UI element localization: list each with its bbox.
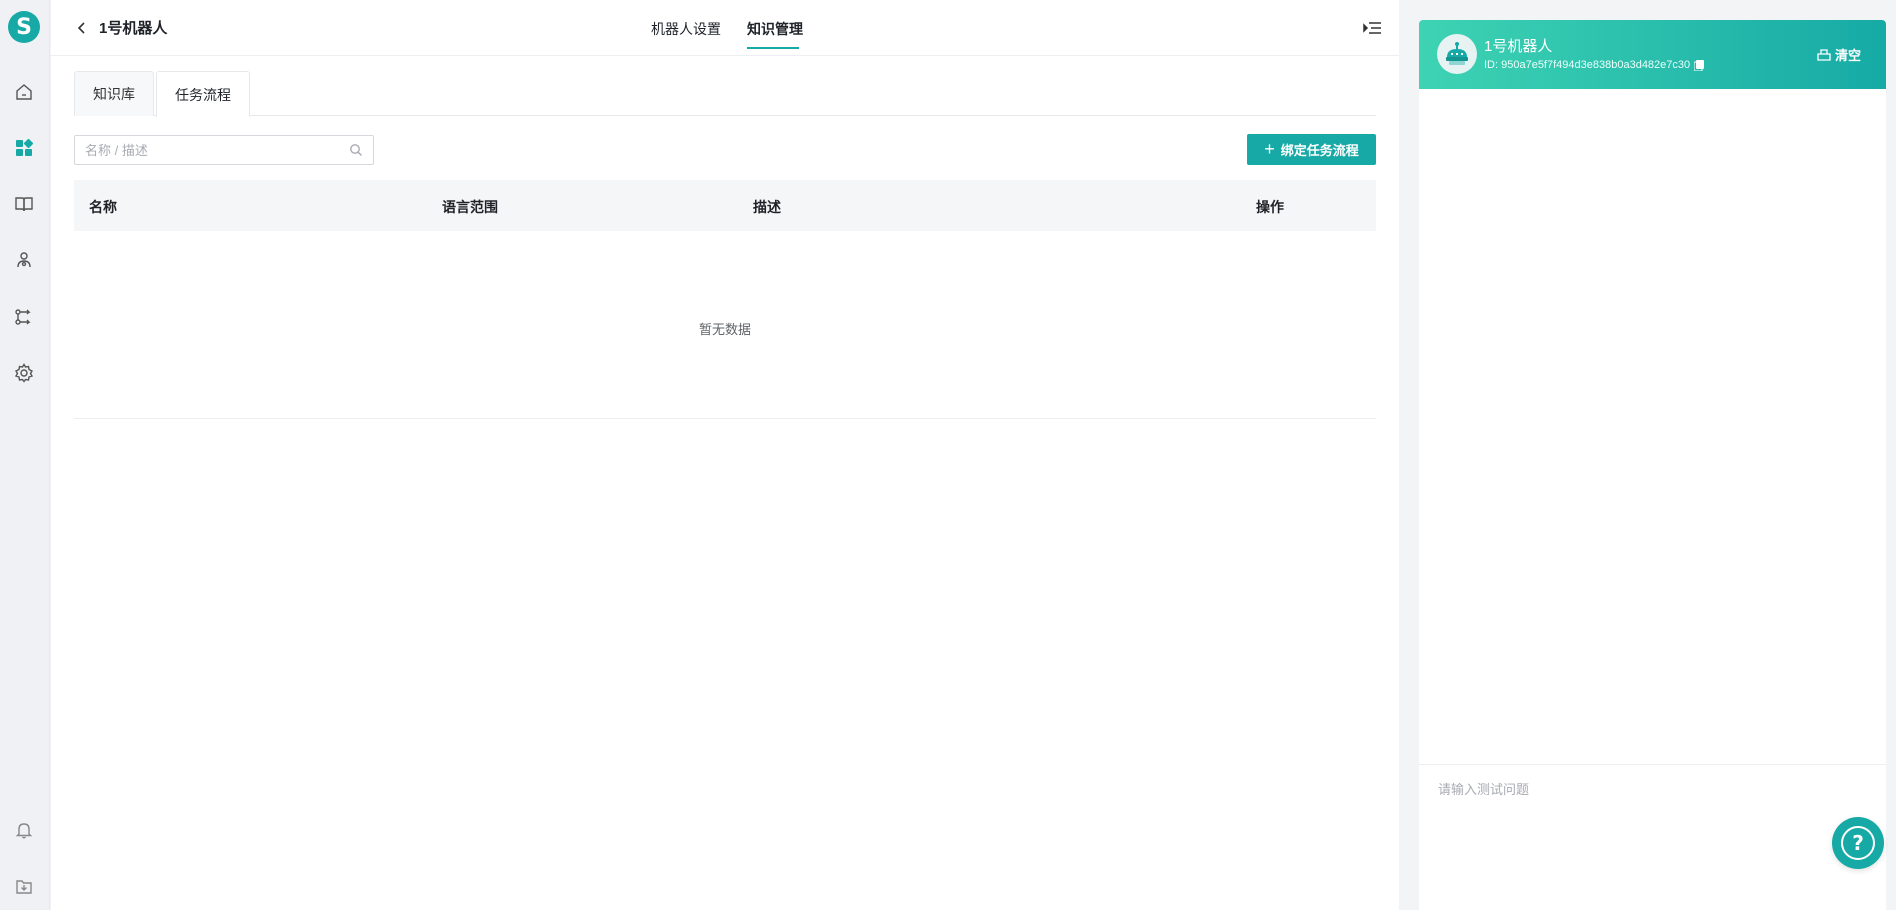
copy-icon[interactable] [1694, 59, 1705, 71]
top-bar: 1号机器人 机器人设置 知识管理 [51, 0, 1399, 56]
page-title: 1号机器人 [99, 20, 168, 37]
search-input[interactable] [75, 136, 335, 164]
back-arrow-icon[interactable] [72, 18, 92, 38]
tab-robot-settings[interactable]: 机器人设置 [651, 19, 721, 39]
plus-icon: + [1264, 138, 1275, 159]
search-icon[interactable] [349, 143, 363, 157]
main-panel: 1号机器人 机器人设置 知识管理 知识库 任务流程 + 绑定任务流程 名称 语言… [51, 0, 1399, 910]
apps-icon[interactable] [12, 136, 36, 160]
chat-bot-id: ID: 950a7e5f7f494d3e838b0a3d482e7c30 [1484, 59, 1691, 71]
chat-bot-name: 1号机器人 [1484, 38, 1553, 55]
chat-header: 1号机器人 ID: 950a7e5f7f494d3e838b0a3d482e7c… [1419, 20, 1886, 89]
search-box [74, 135, 374, 165]
task-flow-table: 名称 语言范围 描述 操作 暂无数据 [74, 180, 1376, 419]
bind-task-flow-label: 绑定任务流程 [1280, 143, 1359, 158]
book-icon[interactable] [12, 192, 36, 216]
clear-icon [1817, 49, 1831, 61]
settings-icon[interactable] [12, 361, 36, 385]
robot-avatar [1437, 34, 1477, 74]
column-header-actions: 操作 [1256, 199, 1284, 215]
tab-knowledge-management[interactable]: 知识管理 [747, 19, 803, 39]
app-logo[interactable]: S [8, 11, 40, 43]
bind-task-flow-button[interactable]: + 绑定任务流程 [1247, 134, 1376, 165]
test-chat-panel: 1号机器人 ID: 950a7e5f7f494d3e838b0a3d482e7c… [1419, 20, 1886, 910]
users-icon[interactable] [12, 248, 36, 272]
subtab-knowledge-base[interactable]: 知识库 [74, 71, 154, 116]
active-tab-indicator [747, 47, 799, 49]
flow-icon[interactable] [12, 305, 36, 329]
clear-chat-label: 清空 [1834, 48, 1861, 63]
download-icon[interactable] [12, 874, 36, 898]
subtab-task-flow[interactable]: 任务流程 [156, 71, 250, 117]
column-header-name: 名称 [89, 199, 117, 215]
bell-icon[interactable] [12, 818, 36, 842]
help-icon: ? [1841, 826, 1875, 860]
help-button[interactable]: ? [1832, 817, 1884, 869]
chat-input[interactable] [1438, 779, 1878, 879]
left-nav: S [0, 0, 50, 910]
menu-collapse-icon[interactable] [1361, 18, 1383, 38]
clear-chat-button[interactable]: 清空 [1817, 45, 1861, 64]
table-body: 暂无数据 [74, 231, 1376, 419]
chat-bot-id-row: ID: 950a7e5f7f494d3e838b0a3d482e7c30 [1484, 59, 1705, 71]
chat-input-area [1419, 764, 1886, 910]
subtab-bar: 知识库 任务流程 [74, 71, 1376, 117]
column-header-language: 语言范围 [442, 199, 498, 215]
empty-state-text: 暂无数据 [698, 322, 751, 337]
home-icon[interactable] [12, 80, 36, 104]
table-header: 名称 语言范围 描述 操作 [74, 180, 1376, 231]
column-header-description: 描述 [753, 199, 781, 215]
robot-icon [1446, 42, 1468, 65]
